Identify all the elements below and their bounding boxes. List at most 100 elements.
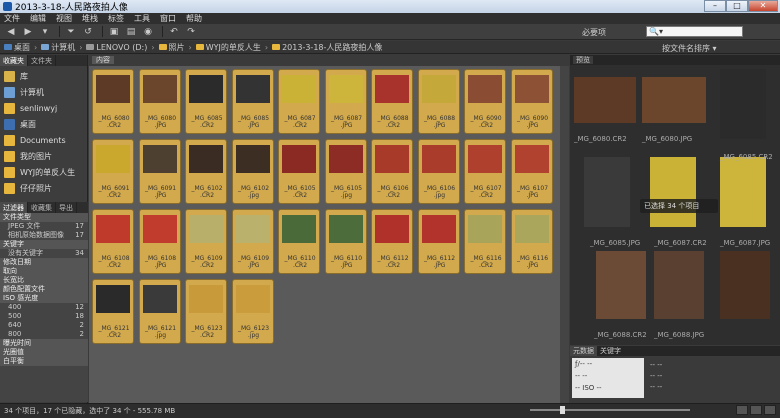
minimize-button[interactable]: – (704, 0, 726, 12)
filter-row[interactable]: 曝光时间 (0, 339, 88, 348)
thumbnail[interactable]: _MG_6090 .CR2 (464, 69, 506, 134)
thumbnail[interactable]: _MG_6110 .JPG (324, 209, 367, 274)
list-view-icon[interactable] (764, 405, 776, 415)
filter-row[interactable]: 500 18 (0, 312, 88, 321)
details-view-icon[interactable] (750, 405, 762, 415)
menu-file[interactable]: 文件 (4, 13, 20, 24)
favorite-pictures[interactable]: 我的图片 (0, 148, 87, 164)
thumbnail[interactable]: _MG_6121 .jpg (138, 279, 181, 344)
breadcrumb-computer[interactable]: 计算机 (41, 42, 75, 53)
thumbnail[interactable]: _MG_6087 .JPG (324, 69, 367, 134)
menu-help[interactable]: 帮助 (186, 13, 202, 24)
thumbnail[interactable]: _MG_6088 .CR2 (371, 69, 413, 134)
thumbnail[interactable]: _MG_6091 .CR2 (92, 139, 134, 204)
menu-tools[interactable]: 工具 (134, 13, 150, 24)
favorite-desktop[interactable]: 桌面 (0, 116, 87, 132)
thumbnail[interactable]: _MG_6116 .CR2 (464, 209, 506, 274)
maximize-button[interactable]: □ (726, 0, 748, 12)
tab-metadata[interactable]: 元数据 (570, 346, 597, 356)
thumbnail-size-slider[interactable] (530, 409, 690, 411)
rotate-left-icon[interactable]: ↶ (167, 26, 181, 38)
refine-icon[interactable]: ▤ (124, 26, 138, 38)
slider-handle[interactable] (560, 406, 565, 414)
breadcrumb-wyj[interactable]: WYJ的单反人生 (195, 42, 261, 53)
preview-image[interactable] (650, 157, 696, 227)
filter-row[interactable]: 400 12 (0, 303, 88, 312)
filter-row[interactable]: 800 2 (0, 330, 88, 339)
filter-row[interactable]: 颜色配置文件 (0, 285, 88, 294)
preview-tab[interactable]: 预览 (570, 55, 780, 65)
filter-row[interactable]: 修改日期 (0, 258, 88, 267)
dropdown-arrow-icon[interactable]: ▾ (38, 26, 52, 38)
preview-image[interactable] (596, 251, 646, 319)
thumbnail[interactable]: _MG_6105 .CR2 (278, 139, 320, 204)
tab-export[interactable]: 导出 (56, 202, 77, 213)
back-arrow-icon[interactable]: ◀ (4, 26, 18, 38)
filter-row[interactable]: 白平衡 (0, 357, 88, 366)
tab-filter[interactable]: 过滤器 (0, 202, 28, 213)
filter-row[interactable]: ISO 感光度 (0, 294, 88, 303)
filter-row[interactable]: 取向 (0, 267, 88, 276)
thumbnail[interactable]: _MG_6091 .JPG (138, 139, 181, 204)
thumbnail[interactable]: _MG_6116 .JPG (510, 209, 553, 274)
workspace-selector[interactable]: 必要项 (582, 27, 606, 38)
filter-row[interactable]: 关键字 (0, 240, 88, 249)
open-in-camera-raw-icon[interactable]: ◉ (141, 26, 155, 38)
thumbnail[interactable]: _MG_6123 .CR2 (185, 279, 227, 344)
camera-download-icon[interactable]: ▣ (107, 26, 121, 38)
thumbnail[interactable]: _MG_6087 .CR2 (278, 69, 320, 134)
tab-keywords[interactable]: 关键字 (597, 346, 624, 356)
content-scrollbar[interactable] (560, 66, 569, 403)
breadcrumb-desktop[interactable]: 桌面 (4, 42, 30, 53)
thumbnail[interactable]: _MG_6106 .CR2 (371, 139, 413, 204)
preview-image[interactable] (720, 157, 766, 227)
search-input[interactable]: 🔍▾ (646, 26, 743, 37)
breadcrumb-photos[interactable]: 照片 (158, 42, 185, 53)
forward-arrow-icon[interactable]: ▶ (21, 26, 35, 38)
thumbnail[interactable]: _MG_6090 .JPG (510, 69, 553, 134)
thumbnail[interactable]: _MG_6107 .CR2 (464, 139, 506, 204)
favorite-library[interactable]: 库 (0, 68, 87, 84)
menu-stacks[interactable]: 堆栈 (82, 13, 98, 24)
thumbnail[interactable]: _MG_6112 .CR2 (371, 209, 413, 274)
favorite-computer[interactable]: 计算机 (0, 84, 87, 100)
content-tab[interactable]: 内容 (89, 55, 569, 66)
menu-label[interactable]: 标签 (108, 13, 124, 24)
preview-image[interactable] (642, 77, 706, 123)
menu-view[interactable]: 视图 (56, 13, 72, 24)
thumbnail[interactable]: _MG_6106 .jpg (417, 139, 460, 204)
tab-collections[interactable]: 收藏集 (28, 202, 56, 213)
thumbnail[interactable]: _MG_6112 .JPG (417, 209, 460, 274)
thumbnail[interactable]: _MG_6080 .CR2 (92, 69, 134, 134)
recent-folders-icon[interactable]: ⏷ (64, 26, 78, 38)
grid-view-icon[interactable] (736, 405, 748, 415)
thumbnail[interactable]: _MG_6080 .JPG (138, 69, 181, 134)
filter-row[interactable]: 640 2 (0, 321, 88, 330)
thumbnail[interactable]: _MG_6102 .jpg (231, 139, 274, 204)
thumbnail[interactable]: _MG_6102 .CR2 (185, 139, 227, 204)
rotate-right-icon[interactable]: ↷ (184, 26, 198, 38)
menu-window[interactable]: 窗口 (160, 13, 176, 24)
menu-edit[interactable]: 编辑 (30, 13, 46, 24)
thumbnail[interactable]: _MG_6123 .jpg (231, 279, 274, 344)
preview-image[interactable] (720, 69, 766, 139)
thumbnail[interactable]: _MG_6108 .JPG (138, 209, 181, 274)
tab-folders[interactable]: 文件夹 (28, 55, 56, 66)
thumbnail[interactable]: _MG_6109 .JPG (231, 209, 274, 274)
preview-image[interactable] (720, 251, 770, 319)
favorite-wyj[interactable]: WYJ的单反人生 (0, 164, 87, 180)
breadcrumb-drive[interactable]: LENOVO (D:) (86, 43, 147, 52)
thumbnail[interactable]: _MG_6108 .CR2 (92, 209, 134, 274)
thumbnail[interactable]: _MG_6085 .CR2 (185, 69, 227, 134)
tab-favorites[interactable]: 收藏夹 (0, 55, 28, 66)
thumbnail[interactable]: _MG_6085 .JPG (231, 69, 274, 134)
filter-row[interactable]: 长宽比 (0, 276, 88, 285)
sort-dropdown[interactable]: 按文件名排序 ▾ (662, 43, 717, 54)
favorite-zaizai[interactable]: 仔仔照片 (0, 180, 87, 196)
thumbnail[interactable]: _MG_6110 .CR2 (278, 209, 320, 274)
preview-image[interactable] (584, 157, 630, 227)
filter-row[interactable]: 相机原始数据图像 17 (0, 231, 88, 240)
preview-image[interactable] (654, 251, 704, 319)
favorite-documents[interactable]: Documents (0, 132, 87, 148)
thumbnail[interactable]: _MG_6088 .JPG (417, 69, 460, 134)
